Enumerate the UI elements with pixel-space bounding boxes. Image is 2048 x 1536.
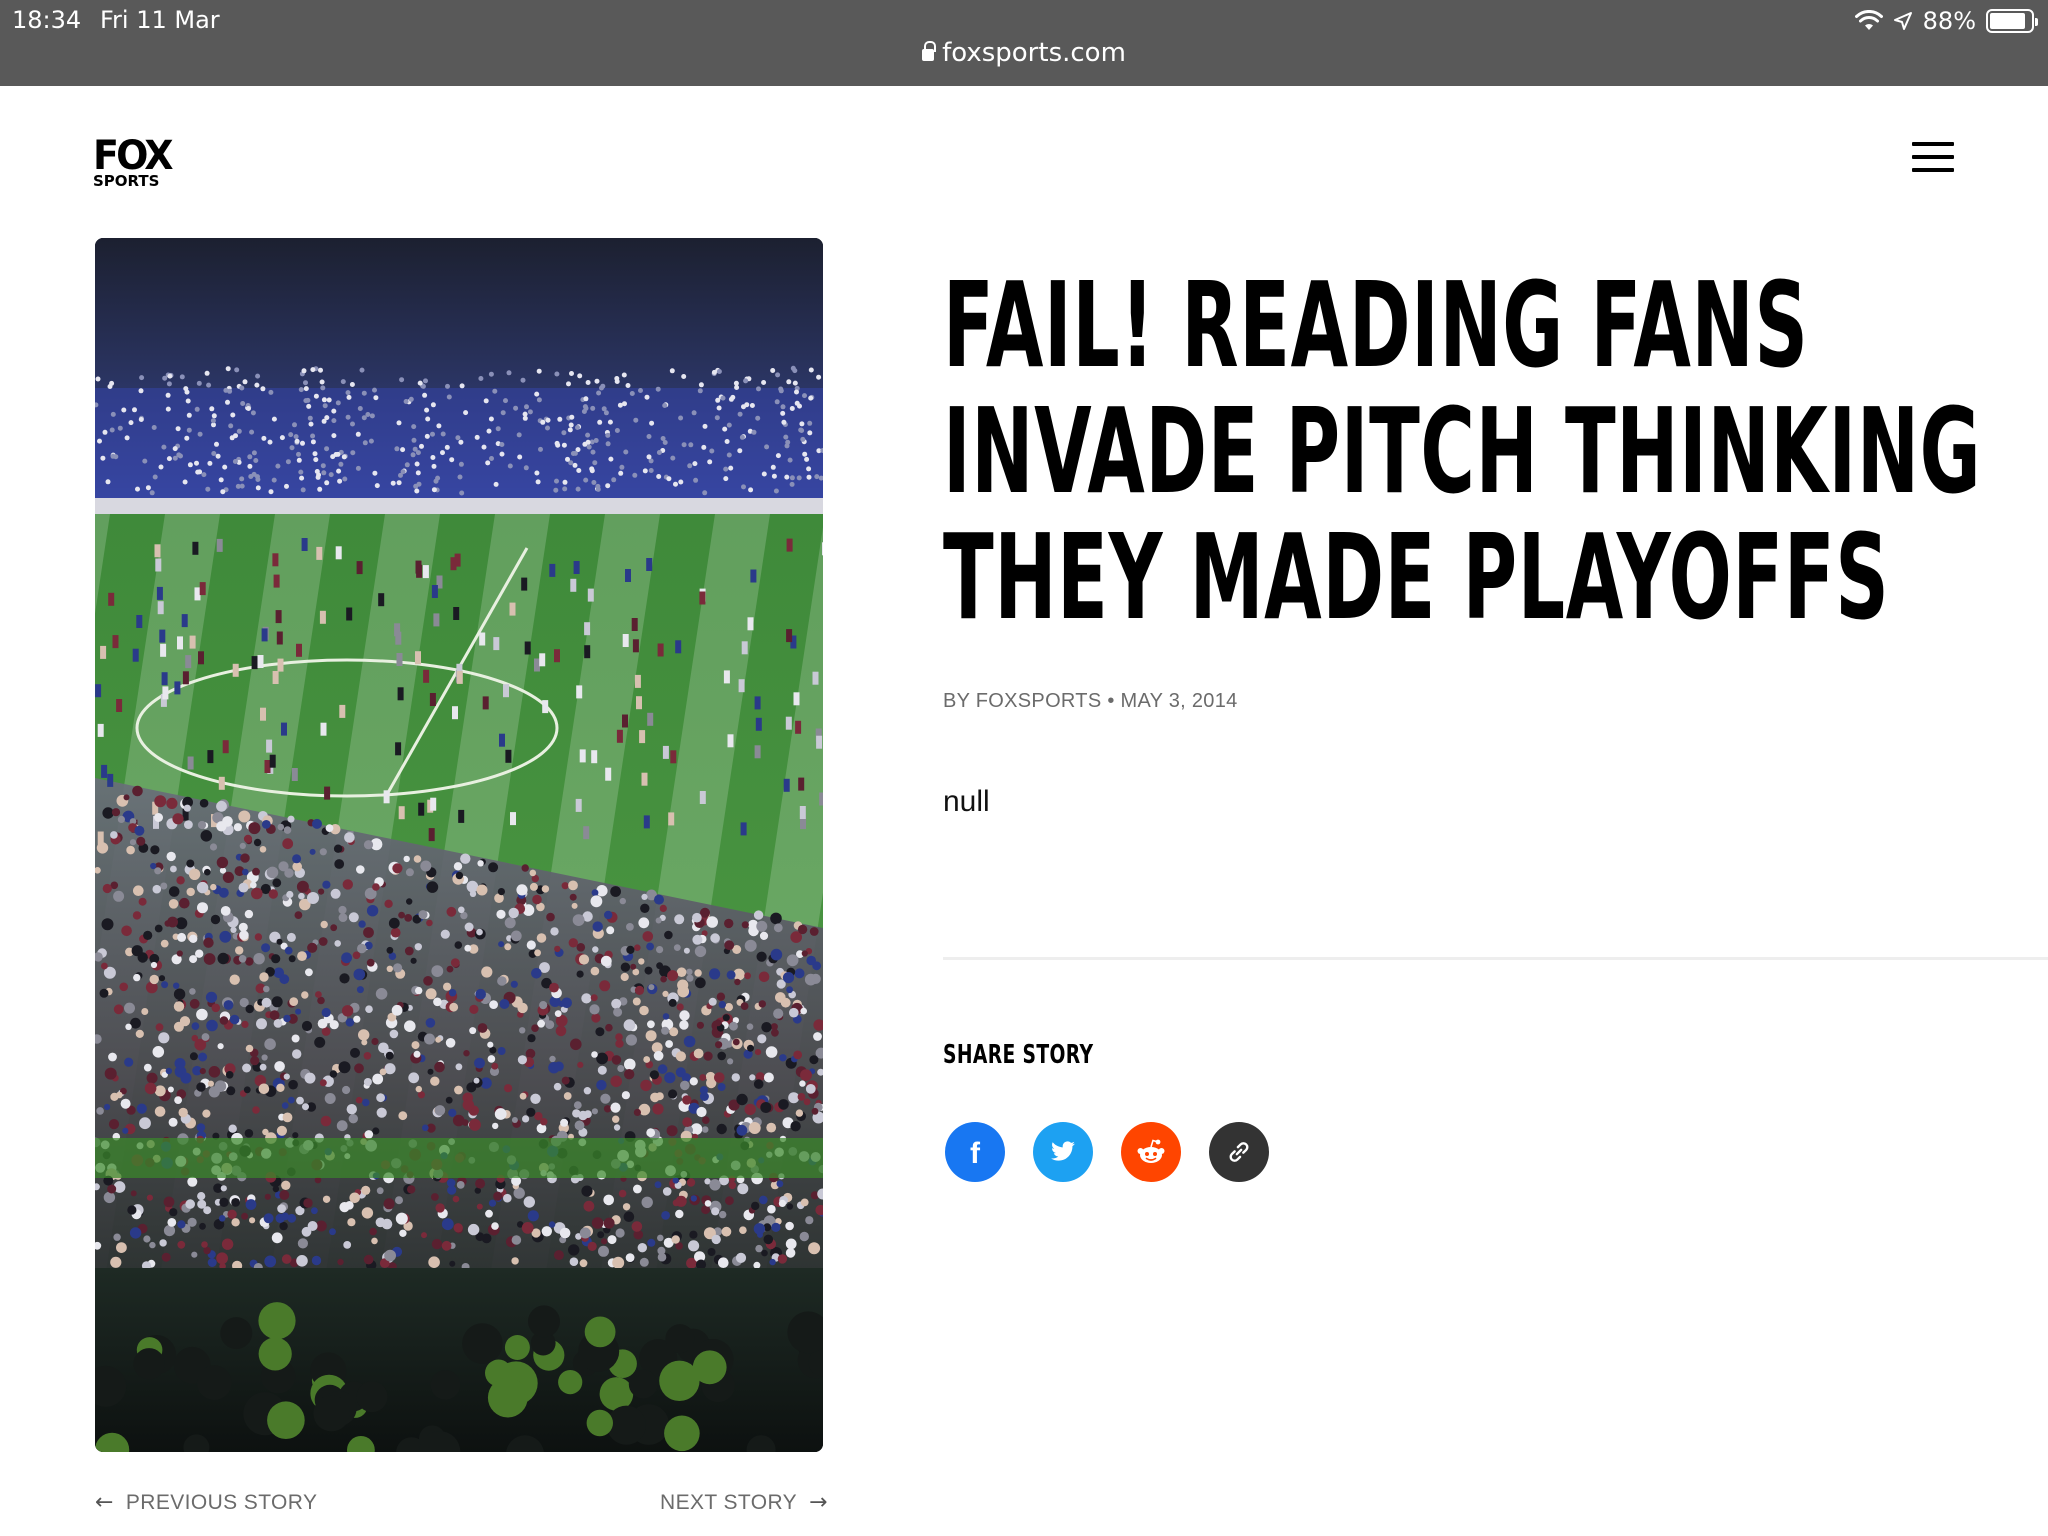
previous-story-label: PREVIOUS STORY (125, 1490, 318, 1514)
arrow-right-icon: → (809, 1490, 828, 1515)
status-date: Fri 11 Mar (100, 6, 220, 34)
battery-icon (1986, 9, 2038, 33)
address-bar[interactable]: foxsports.com (0, 38, 2048, 68)
logo-fox-text: FOX (93, 133, 174, 179)
battery-fill (1990, 13, 2026, 29)
hamburger-menu-icon[interactable] (1912, 142, 1954, 174)
battery-percentage: 88% (1922, 7, 1976, 35)
lock-icon (922, 41, 937, 61)
menu-line (1912, 168, 1954, 172)
twitter-share-button[interactable] (1033, 1122, 1093, 1182)
article-body: null (943, 785, 990, 818)
facebook-share-button[interactable]: f (945, 1122, 1005, 1182)
twitter-icon (1051, 1141, 1075, 1161)
article-headline: FAIL! READING FANS INVADE PITCH THINKING… (943, 256, 1982, 646)
facebook-icon: f (970, 1137, 980, 1170)
menu-line (1912, 155, 1954, 159)
copy-link-button[interactable] (1209, 1122, 1269, 1182)
reddit-share-button[interactable] (1121, 1122, 1181, 1182)
article-byline: BY FOXSPORTS • MAY 3, 2014 (943, 690, 1238, 712)
reddit-icon (1137, 1139, 1165, 1163)
next-story-label: NEXT STORY (660, 1490, 798, 1514)
status-indicators: 88% (1854, 6, 2038, 36)
wifi-icon (1854, 10, 1883, 30)
status-time: 18:34 (12, 6, 82, 34)
article-hero-image (95, 238, 823, 1452)
arrow-left-icon: ← (95, 1490, 114, 1515)
share-story-heading: SHARE STORY (943, 1040, 1094, 1070)
browser-top-bar: 18:34 Fri 11 Mar 88% foxsports.com (0, 0, 2048, 86)
menu-line (1912, 142, 1954, 146)
fox-sports-logo[interactable]: FOX SPORTS (93, 136, 183, 189)
link-icon (1229, 1142, 1249, 1162)
share-buttons: f (945, 1122, 1269, 1182)
divider (943, 957, 2048, 960)
next-story-link[interactable]: NEXT STORY → (660, 1490, 828, 1515)
previous-story-link[interactable]: ← PREVIOUS STORY (95, 1490, 317, 1515)
url-text: foxsports.com (942, 38, 1126, 68)
location-arrow-icon (1893, 12, 1912, 30)
